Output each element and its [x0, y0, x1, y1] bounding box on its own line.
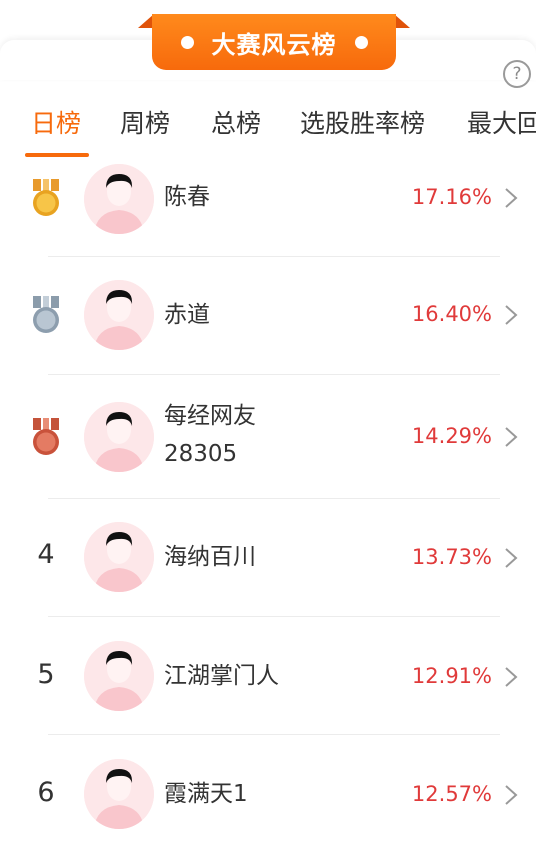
help-icon[interactable]: ? [503, 60, 531, 88]
avatar [84, 164, 154, 234]
win-rate: 12.57% [411, 782, 492, 806]
win-rate: 13.73% [411, 545, 492, 569]
banner-title: 大赛风云榜 [211, 30, 337, 59]
leaderboard-banner: 大赛风云榜 [138, 14, 410, 72]
silver-medal-icon [33, 296, 59, 333]
ranking-row[interactable]: 赤道 16.40% [0, 257, 536, 374]
tab-overall[interactable]: 总榜 [211, 100, 261, 148]
bronze-medal-icon [33, 418, 59, 455]
win-rate: 14.29% [411, 424, 492, 448]
avatar [84, 402, 154, 472]
avatar [84, 759, 154, 829]
chevron-right-icon [505, 188, 518, 208]
banner-dot-icon [180, 35, 194, 49]
ranking-row[interactable]: 6 霞满天1 12.57% [0, 735, 536, 842]
rank-number: 6 [37, 777, 55, 808]
win-rate: 12.91% [411, 664, 492, 688]
user-name: 海纳百川 [164, 544, 256, 570]
rank-number: 4 [37, 539, 55, 570]
ranking-tabs: 日榜 周榜 总榜 选股胜率榜 最大回 [0, 100, 536, 156]
tab-daily[interactable]: 日榜 [31, 100, 81, 148]
chevron-right-icon [505, 305, 518, 325]
user-name: 陈春 [164, 184, 210, 210]
chevron-right-icon [505, 667, 518, 687]
banner-dot-icon [354, 35, 368, 49]
banner-ribbon-right [394, 14, 410, 28]
avatar [84, 522, 154, 592]
user-name: 赤道 [164, 302, 210, 328]
tab-weekly[interactable]: 周榜 [120, 100, 170, 148]
user-name: 江湖掌门人 [164, 663, 279, 689]
active-tab-indicator [25, 153, 89, 157]
chevron-right-icon [505, 785, 518, 805]
ranking-row[interactable]: 每经网友 28305 14.29% [0, 375, 536, 498]
tab-max-drawdown[interactable]: 最大回 [467, 100, 536, 148]
user-name: 每经网友 [164, 403, 256, 429]
leaderboard-page: 大赛风云榜 ? 日榜 周榜 总榜 选股胜率榜 最大回 陈春 17.16% 赤道 … [0, 0, 536, 842]
rank-number: 5 [37, 659, 55, 690]
tab-stock-win-rate[interactable]: 选股胜率榜 [300, 100, 425, 148]
win-rate: 16.40% [411, 302, 492, 326]
user-name-line-2: 28305 [164, 441, 238, 467]
ranking-row[interactable]: 陈春 17.16% [0, 160, 536, 256]
banner-body: 大赛风云榜 [152, 14, 396, 70]
chevron-right-icon [505, 427, 518, 447]
win-rate: 17.16% [411, 185, 492, 209]
chevron-right-icon [505, 548, 518, 568]
avatar [84, 280, 154, 350]
gold-medal-icon [33, 179, 59, 216]
avatar [84, 641, 154, 711]
ranking-row[interactable]: 5 江湖掌门人 12.91% [0, 617, 536, 734]
ranking-row[interactable]: 4 海纳百川 13.73% [0, 499, 536, 616]
user-name: 霞满天1 [164, 781, 248, 807]
